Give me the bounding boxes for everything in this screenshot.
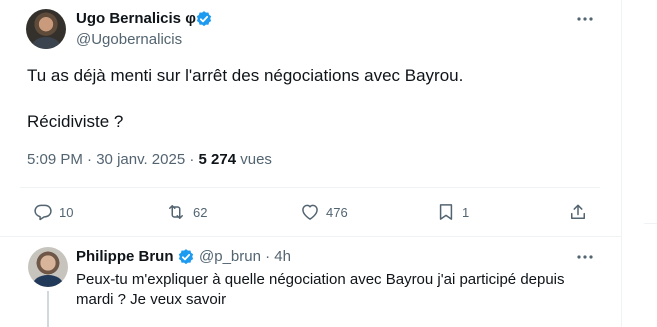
bookmark-count: 1 (462, 204, 470, 220)
reply-tweet[interactable]: Philippe Brun @p_brun · 4h Peux-tu m'exp… (0, 237, 622, 327)
reply-button[interactable]: 10 (33, 202, 73, 222)
bookmark-button[interactable]: 1 (436, 202, 469, 222)
thread-line (47, 291, 49, 327)
like-button[interactable]: 476 (300, 202, 348, 222)
timeline-column: Ugo Bernalicis φ @Ugobernalicis Tu as dé… (0, 0, 622, 327)
reply-handle-time: @p_brun · 4h (199, 248, 291, 265)
repost-icon (169, 205, 183, 219)
more-dots-icon[interactable] (575, 10, 595, 28)
views-label: vues (236, 151, 272, 168)
repost-count: 62 (193, 204, 208, 220)
main-tweet[interactable]: Ugo Bernalicis φ @Ugobernalicis Tu as dé… (0, 0, 622, 237)
reply-count: 10 (59, 204, 74, 220)
avatar[interactable] (28, 247, 68, 287)
tweet-meta: 5:09 PM · 30 janv. 2025 · 5 274 vues (27, 151, 272, 168)
share-upload-icon (571, 204, 585, 219)
reply-author-display-name[interactable]: Philippe Brun (76, 248, 174, 265)
author-display-name[interactable]: Ugo Bernalicis φ (76, 10, 196, 27)
reply-author-handle[interactable]: @p_brun (199, 248, 261, 265)
repost-button[interactable]: 62 (165, 202, 207, 222)
reply-bubble-icon (34, 204, 52, 221)
verified-badge-icon (177, 248, 195, 266)
tweet-date[interactable]: 30 janv. 2025 (96, 151, 185, 168)
views-count: 5 274 (198, 151, 237, 168)
handle-time-separator: · (260, 248, 275, 265)
divider (644, 223, 657, 224)
like-count: 476 (326, 204, 348, 220)
share-button[interactable] (568, 202, 588, 222)
divider (20, 187, 600, 188)
reply-text: Peux-tu m'expliquer à quelle négociation… (76, 271, 565, 308)
meta-separator: · (82, 151, 97, 168)
meta-separator: · (185, 151, 199, 168)
heart-icon (302, 204, 318, 220)
tweet-time[interactable]: 5:09 PM (27, 151, 83, 168)
tweet-text-line: Récidiviste ? (27, 112, 124, 131)
tweet-text: Tu as déjà menti sur l'arrêt des négocia… (27, 64, 587, 133)
right-rail (622, 0, 657, 327)
more-dots-icon[interactable] (575, 248, 595, 266)
reply-actions-row (76, 322, 596, 327)
bookmark-icon (439, 204, 453, 220)
page: Ugo Bernalicis φ @Ugobernalicis Tu as dé… (0, 0, 657, 327)
tweet-text-line: Tu as déjà menti sur l'arrêt des négocia… (27, 66, 464, 85)
avatar[interactable] (26, 9, 66, 49)
reply-time[interactable]: 4h (274, 248, 291, 265)
verified-badge-icon (195, 10, 213, 28)
author-handle[interactable]: @Ugobernalicis (76, 31, 182, 48)
